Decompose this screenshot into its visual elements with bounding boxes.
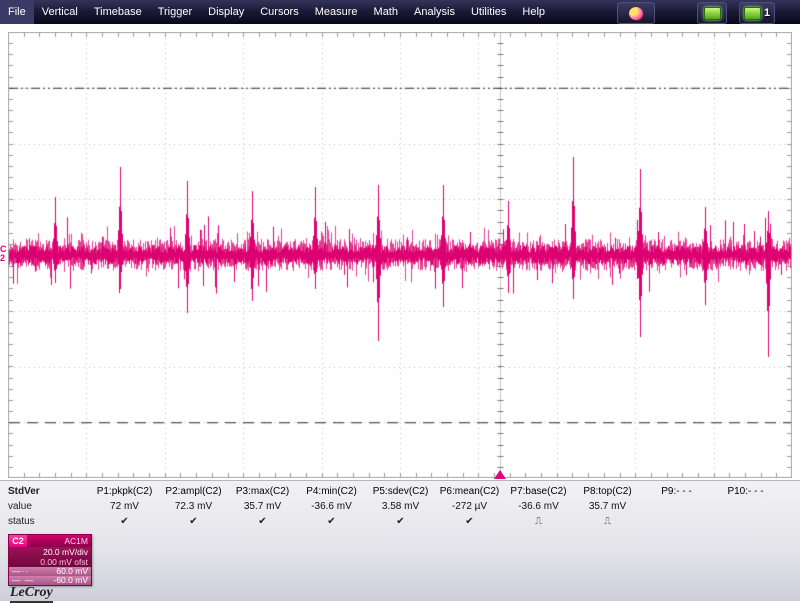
measurement-label: P3:max(C2) xyxy=(228,484,297,499)
menu-item[interactable]: Analysis xyxy=(406,0,463,24)
measurement-status-icon: ✔ xyxy=(366,514,435,529)
measurement-value: 35.7 mV xyxy=(228,499,297,514)
channel-scale: 20.0 mV/div xyxy=(9,547,88,557)
measurement-column[interactable]: P10:- - - xyxy=(711,484,780,529)
measurement-label: P8:top(C2) xyxy=(573,484,642,499)
measurement-column[interactable]: P9:- - - xyxy=(642,484,711,529)
menu-item[interactable]: Math xyxy=(366,0,406,24)
menu-item[interactable]: Measure xyxy=(307,0,366,24)
measurement-column[interactable]: P4:min(C2) -36.6 mV ✔ xyxy=(297,484,366,529)
menu-item[interactable]: Timebase xyxy=(86,0,150,24)
measurement-status-icon: ⎍ xyxy=(504,514,573,529)
channel-lower-level-row: — — -60.0 mV xyxy=(9,576,91,585)
menu-item[interactable]: File xyxy=(0,0,34,24)
measurement-label: P5:sdev(C2) xyxy=(366,484,435,499)
measurement-label: P4:min(C2) xyxy=(297,484,366,499)
toolbar-channel1-button[interactable]: 1 xyxy=(739,2,775,24)
measurement-value: -272 µV xyxy=(435,499,504,514)
channel-descriptor-body: 20.0 mV/div 0.00 mV ofst xyxy=(9,547,91,567)
measurement-status-icon: ✔ xyxy=(297,514,366,529)
channel-descriptor-header: C2 AC1M xyxy=(9,535,91,547)
channel-1-badge: 1 xyxy=(764,7,770,19)
measurement-value: -36.6 mV xyxy=(504,499,573,514)
toolbar-display-button[interactable] xyxy=(697,2,727,24)
menu-item[interactable]: Utilities xyxy=(463,0,514,24)
channel-name: C2 xyxy=(9,535,27,547)
measurement-value xyxy=(711,499,780,514)
measurement-label: P6:mean(C2) xyxy=(435,484,504,499)
menu-item[interactable]: Cursors xyxy=(252,0,307,24)
channel-axis-label: C2 xyxy=(0,245,9,263)
measurement-row-headers: StdVer value status xyxy=(8,484,90,529)
lecroy-logo: LeCroy xyxy=(10,585,53,603)
channel-1-screen-icon xyxy=(744,7,761,20)
measurement-column[interactable]: P3:max(C2) 35.7 mV ✔ xyxy=(228,484,297,529)
waveform-canvas[interactable] xyxy=(8,32,792,478)
measurement-status-icon: ✔ xyxy=(435,514,504,529)
channel-coupling: AC1M xyxy=(27,535,91,547)
bottom-panel: StdVer value status P1:pkpk(C2) 72 mV ✔ … xyxy=(0,480,800,601)
row-label-value: value xyxy=(8,499,90,514)
row-label-status: status xyxy=(8,514,90,529)
channel-2-descriptor-box[interactable]: C2 AC1M 20.0 mV/div 0.00 mV ofst —·· 60.… xyxy=(8,534,92,586)
lower-level-value: -60.0 mV xyxy=(54,576,89,585)
measurement-column[interactable]: P2:ampl(C2) 72.3 mV ✔ xyxy=(159,484,228,529)
measurement-column[interactable]: P5:sdev(C2) 3.58 mV ✔ xyxy=(366,484,435,529)
menu-item[interactable]: Help xyxy=(514,0,553,24)
measurement-status-icon: ✔ xyxy=(159,514,228,529)
measurement-status-icon xyxy=(711,514,780,529)
measurement-value: 72.3 mV xyxy=(159,499,228,514)
waveform-display-area[interactable] xyxy=(8,32,792,478)
measurement-value: 3.58 mV xyxy=(366,499,435,514)
measurement-column[interactable]: P6:mean(C2) -272 µV ✔ xyxy=(435,484,504,529)
menu-item[interactable]: Trigger xyxy=(150,0,200,24)
measurement-label: P10:- - - xyxy=(711,484,780,499)
measurement-status-icon: ✔ xyxy=(90,514,159,529)
measurement-value: -36.6 mV xyxy=(297,499,366,514)
measurement-value xyxy=(642,499,711,514)
measurement-label: P2:ampl(C2) xyxy=(159,484,228,499)
measurement-table: P1:pkpk(C2) 72 mV ✔ P2:ampl(C2) 72.3 mV … xyxy=(90,484,780,529)
measurement-label: P1:pkpk(C2) xyxy=(90,484,159,499)
menu-items: File Vertical Timebase Trigger Display C… xyxy=(0,0,553,24)
measurement-value: 72 mV xyxy=(90,499,159,514)
measurement-column[interactable]: P1:pkpk(C2) 72 mV ✔ xyxy=(90,484,159,529)
measurement-status-icon: ✔ xyxy=(228,514,297,529)
measurement-column[interactable]: P8:top(C2) 35.7 mV ⎍ xyxy=(573,484,642,529)
trigger-position-marker[interactable] xyxy=(494,470,506,479)
lower-level-dash-icon: — — xyxy=(12,576,34,585)
menu-item[interactable]: Vertical xyxy=(34,0,86,24)
toolbar-app-button[interactable] xyxy=(617,2,655,24)
measure-table-name: StdVer xyxy=(8,484,90,499)
display-screen-icon xyxy=(704,7,721,20)
measurement-status-icon xyxy=(642,514,711,529)
measurement-label: P9:- - - xyxy=(642,484,711,499)
measurement-value: 35.7 mV xyxy=(573,499,642,514)
measurement-status-icon: ⎍ xyxy=(573,514,642,529)
menu-bar: File Vertical Timebase Trigger Display C… xyxy=(0,0,800,24)
measurement-label: P7:base(C2) xyxy=(504,484,573,499)
app-icon xyxy=(629,7,643,20)
measurement-column[interactable]: P7:base(C2) -36.6 mV ⎍ xyxy=(504,484,573,529)
menu-item[interactable]: Display xyxy=(200,0,252,24)
